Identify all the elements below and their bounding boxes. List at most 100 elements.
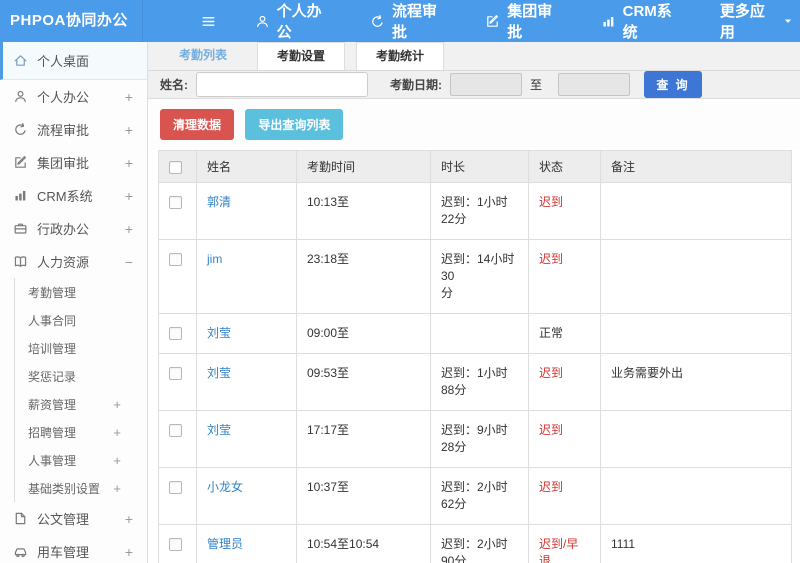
user-icon bbox=[13, 89, 28, 104]
employee-name-link[interactable]: 刘莹 bbox=[207, 366, 231, 380]
topnav-item-1[interactable]: 个人办公 bbox=[255, 0, 332, 42]
doc-icon bbox=[13, 511, 28, 526]
expand-toggle[interactable]: + bbox=[125, 155, 133, 171]
employee-name-link[interactable]: 小龙女 bbox=[207, 480, 243, 494]
attendance-table-wrap: 姓名 考勤时间 时长 状态 备注 郭清 10:13至 迟到：1小时22分 迟到 jim 23:18… bbox=[148, 150, 800, 563]
row-checkbox[interactable] bbox=[169, 481, 182, 495]
sidebar-subitem-5[interactable]: 薪资管理 + bbox=[15, 390, 147, 418]
attendance-time: 10:13至 bbox=[296, 182, 431, 240]
process-icon bbox=[13, 122, 28, 137]
employee-name-link[interactable]: 管理员 bbox=[207, 537, 243, 551]
briefcase-icon bbox=[13, 221, 28, 236]
column-header: 时长 bbox=[430, 150, 529, 183]
sidebar-item-2[interactable]: 个人办公 + bbox=[0, 80, 147, 113]
topnav-item-2[interactable]: 流程审批 bbox=[370, 0, 447, 42]
duration: 迟到：1小时22分 bbox=[430, 182, 529, 240]
expand-toggle[interactable]: + bbox=[125, 89, 133, 105]
expand-toggle[interactable]: + bbox=[113, 397, 121, 412]
table-row: 刘莹 09:00至 正常 bbox=[158, 313, 792, 354]
remark bbox=[600, 239, 792, 314]
topnav-item-4[interactable]: CRM系统 bbox=[601, 0, 682, 42]
app-logo: PHPOA协同办公软件 bbox=[0, 0, 143, 71]
row-checkbox[interactable] bbox=[169, 424, 182, 438]
sidebar-subitem-label: 培训管理 bbox=[28, 341, 77, 356]
sidebar-subitem-6[interactable]: 招聘管理 + bbox=[15, 418, 147, 446]
sidebar-subitem-7[interactable]: 人事管理 + bbox=[15, 446, 147, 474]
main-content: 考勤列表 考勤设置 考勤统计 姓名: 考勤日期: 至 查 询 清理数据 导出查询列表… bbox=[148, 42, 800, 563]
date-end-input[interactable] bbox=[558, 73, 631, 96]
sidebar-item-label: 用车管理 bbox=[37, 545, 90, 560]
clean-data-button[interactable]: 清理数据 bbox=[160, 109, 235, 140]
sidebar-item-1[interactable]: 个人桌面 bbox=[0, 42, 147, 80]
expand-toggle[interactable]: + bbox=[113, 453, 121, 468]
topnav-item-5[interactable]: 更多应用 bbox=[720, 0, 800, 42]
top-navigation: 个人办公 流程审批 集团审批 CRM系统 更多应用 bbox=[217, 0, 800, 42]
expand-toggle[interactable]: + bbox=[125, 188, 133, 204]
sidebar-subitem-label: 基础类别设置 bbox=[28, 481, 101, 496]
employee-name-link[interactable]: 刘莹 bbox=[207, 326, 231, 340]
date-label: 考勤日期: bbox=[390, 78, 442, 92]
status-badge: 迟到 bbox=[539, 423, 564, 437]
sidebar-item-7[interactable]: 人力资源 − bbox=[0, 245, 147, 278]
row-checkbox[interactable] bbox=[169, 538, 182, 552]
sidebar-subitem-label: 考勤管理 bbox=[28, 285, 77, 300]
sidebar-item-8[interactable]: 公文管理 + bbox=[0, 502, 147, 535]
remark bbox=[600, 410, 792, 468]
column-header: 姓名 bbox=[196, 150, 297, 183]
book-icon bbox=[13, 254, 28, 269]
row-checkbox[interactable] bbox=[169, 327, 182, 341]
sidebar-item-5[interactable]: CRM系统 + bbox=[0, 179, 147, 212]
tab-2[interactable]: 考勤设置 bbox=[257, 42, 346, 70]
sidebar-item-label: 集团审批 bbox=[37, 156, 90, 171]
employee-name-link[interactable]: 郭清 bbox=[207, 195, 231, 209]
table-row: 小龙女 10:37至 迟到：2小时62分 迟到 bbox=[158, 467, 792, 525]
expand-toggle[interactable]: + bbox=[113, 481, 121, 496]
status-badge: 正常 bbox=[539, 326, 564, 340]
employee-name-link[interactable]: jim bbox=[207, 252, 222, 266]
sidebar-item-6[interactable]: 行政办公 + bbox=[0, 212, 147, 245]
remark bbox=[600, 467, 792, 525]
tab-1[interactable]: 考勤列表 bbox=[160, 42, 246, 70]
caret-down-icon bbox=[783, 16, 793, 26]
sidebar-subitem-3[interactable]: 培训管理 bbox=[15, 334, 147, 362]
sidebar-item-4[interactable]: 集团审批 + bbox=[0, 146, 147, 179]
sidebar-item-3[interactable]: 流程审批 + bbox=[0, 113, 147, 146]
sidebar-subitem-4[interactable]: 奖惩记录 bbox=[15, 362, 147, 390]
sidebar-subitem-8[interactable]: 基础类别设置 + bbox=[15, 474, 147, 502]
tab-3[interactable]: 考勤统计 bbox=[356, 42, 445, 70]
expand-toggle[interactable]: + bbox=[125, 511, 133, 527]
date-start-input[interactable] bbox=[450, 73, 522, 96]
row-checkbox[interactable] bbox=[169, 253, 182, 267]
expand-toggle[interactable]: − bbox=[125, 254, 133, 270]
process-icon bbox=[370, 14, 385, 29]
row-checkbox[interactable] bbox=[169, 196, 182, 210]
status-badge: 迟到 bbox=[539, 366, 564, 380]
duration: 迟到：1小时88分 bbox=[430, 353, 529, 411]
tab-strip: 考勤列表 考勤设置 考勤统计 bbox=[148, 42, 800, 71]
row-checkbox[interactable] bbox=[169, 367, 182, 381]
select-all-checkbox[interactable] bbox=[169, 160, 182, 174]
topnav-item-3[interactable]: 集团审批 bbox=[485, 0, 562, 42]
top-header: PHPOA协同办公软件 个人办公 流程审批 集团审批 CRM系统 更多应用 bbox=[0, 0, 800, 71]
expand-toggle[interactable]: + bbox=[125, 221, 133, 237]
export-list-button[interactable]: 导出查询列表 bbox=[245, 109, 344, 140]
date-to-label: 至 bbox=[530, 78, 543, 92]
expand-toggle[interactable]: + bbox=[125, 122, 133, 138]
sidebar-item-9[interactable]: 用车管理 + bbox=[0, 535, 147, 563]
car-icon bbox=[13, 544, 28, 559]
sidebar-subitem-label: 奖惩记录 bbox=[28, 369, 77, 384]
remark: 1111 bbox=[600, 524, 792, 563]
search-button[interactable]: 查 询 bbox=[644, 71, 703, 98]
sidebar-item-label: CRM系统 bbox=[37, 189, 93, 204]
expand-toggle[interactable]: + bbox=[125, 544, 133, 560]
attendance-time: 09:53至 bbox=[296, 353, 431, 411]
hamburger-menu-icon[interactable] bbox=[200, 13, 217, 30]
sidebar-subitem-label: 招聘管理 bbox=[28, 425, 77, 440]
sidebar-subitem-1[interactable]: 考勤管理 bbox=[15, 278, 147, 306]
sidebar-subitem-2[interactable]: 人事合同 bbox=[15, 306, 147, 334]
employee-name-link[interactable]: 刘莹 bbox=[207, 423, 231, 437]
expand-toggle[interactable]: + bbox=[113, 425, 121, 440]
sidebar-item-label: 公文管理 bbox=[37, 512, 90, 527]
name-input[interactable] bbox=[196, 72, 368, 97]
column-header: 状态 bbox=[528, 150, 601, 183]
